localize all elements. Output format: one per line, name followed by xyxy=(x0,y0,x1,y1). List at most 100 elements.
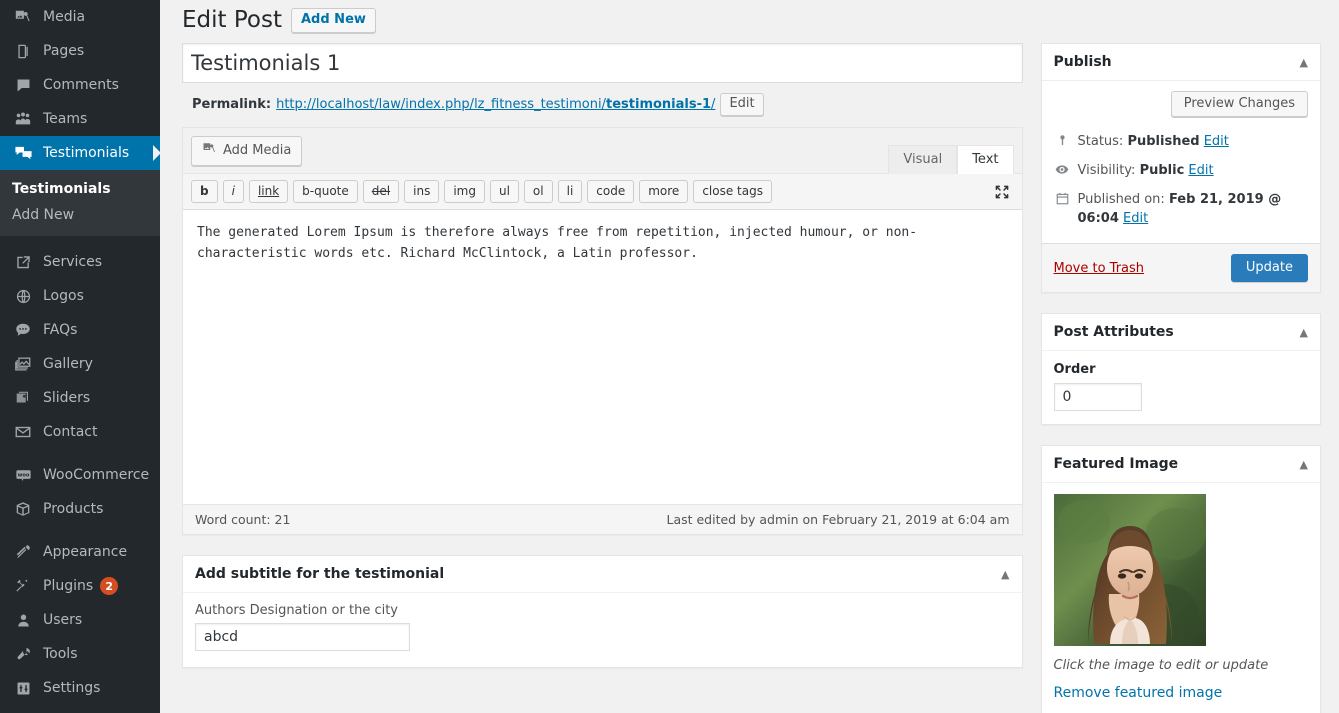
editor-toolbar: Add Media Visual Text xyxy=(183,128,1022,174)
post-title-input[interactable] xyxy=(182,43,1023,83)
edit-published-link[interactable]: Edit xyxy=(1123,211,1148,226)
chevron-up-icon[interactable]: ▲ xyxy=(1300,57,1308,68)
quicktag-italic[interactable]: i xyxy=(222,180,244,203)
publish-metabox: Publish ▲ Preview Changes Status: Publis… xyxy=(1040,43,1321,293)
quicktag-ul[interactable]: ul xyxy=(489,180,519,203)
sidebar-item-woocommerce[interactable]: woo WooCommerce xyxy=(0,458,160,492)
admin-sidebar-menu: Media Pages Comments Teams Testimonials xyxy=(0,0,160,713)
sidebar-item-teams[interactable]: Teams xyxy=(0,102,160,136)
quicktag-more[interactable]: more xyxy=(639,180,689,203)
settings-icon xyxy=(12,678,34,698)
edit-status-link[interactable]: Edit xyxy=(1204,134,1229,149)
sidebar-submenu-label: Testimonials xyxy=(12,181,111,197)
status-row: Status: Published Edit xyxy=(1054,127,1309,156)
sidebar-item-plugins[interactable]: Plugins 2 xyxy=(0,569,160,603)
featured-image-header: Featured Image ▲ xyxy=(1041,446,1320,483)
sidebar-item-media[interactable]: Media xyxy=(0,0,160,34)
sidebar-item-label: Settings xyxy=(43,680,101,696)
permalink-anchor[interactable]: http://localhost/law/index.php/lz_fitnes… xyxy=(276,97,715,112)
permalink-slug: testimonials-1 xyxy=(606,97,712,112)
subtitle-metabox-title: Add subtitle for the testimonial xyxy=(195,566,445,582)
add-media-button[interactable]: Add Media xyxy=(191,136,303,166)
permalink-label: Permalink: xyxy=(192,97,272,112)
content-editor: Add Media Visual Text b i link b-quote d… xyxy=(182,127,1023,535)
quicktag-ol[interactable]: ol xyxy=(523,180,553,203)
subtitle-input[interactable] xyxy=(195,623,410,651)
media-icon xyxy=(12,7,34,27)
published-on-text: Published on: Feb 21, 2019 @ 06:04 Edit xyxy=(1078,190,1309,228)
post-title-wrapper xyxy=(182,43,1023,83)
plugins-icon xyxy=(12,576,34,596)
sidebar-submenu-item-testimonials[interactable]: Testimonials xyxy=(0,176,160,202)
fullscreen-icon[interactable] xyxy=(994,184,1014,200)
post-attributes-title: Post Attributes xyxy=(1053,324,1174,340)
quicktag-img[interactable]: img xyxy=(444,180,485,203)
sidebar-item-label: Comments xyxy=(43,77,119,93)
publish-metabox-header: Publish ▲ xyxy=(1041,44,1320,81)
quicktag-link[interactable]: link xyxy=(248,180,289,203)
permalink-link[interactable]: http://localhost/law/index.php/lz_fitnes… xyxy=(276,97,715,112)
services-icon xyxy=(12,252,34,272)
page-title: Edit Post xyxy=(182,7,282,33)
sidebar-item-contact[interactable]: Contact xyxy=(0,415,160,449)
sidebar-item-services[interactable]: Services xyxy=(0,245,160,279)
sidebar-item-users[interactable]: Users xyxy=(0,603,160,637)
gallery-icon xyxy=(12,354,34,374)
chevron-up-icon[interactable]: ▲ xyxy=(1300,459,1308,470)
sidebar-submenu-item-add-new[interactable]: Add New xyxy=(0,202,160,228)
permalink-base: http://localhost/law/index.php/lz_fitnes… xyxy=(276,97,606,112)
sidebar-item-label: Teams xyxy=(43,111,88,127)
sidebar-item-products[interactable]: Products xyxy=(0,492,160,526)
add-new-button[interactable]: Add New xyxy=(290,8,376,33)
quicktags-toolbar: b i link b-quote del ins img ul ol li co… xyxy=(183,174,1022,210)
quicktag-code[interactable]: code xyxy=(587,180,635,203)
quicktag-bquote[interactable]: b-quote xyxy=(293,180,358,203)
quicktag-li[interactable]: li xyxy=(557,180,583,203)
sidebar-item-label: Contact xyxy=(43,424,98,440)
status-label: Status: xyxy=(1077,134,1124,149)
sidebar-item-testimonials[interactable]: Testimonials xyxy=(0,136,160,170)
sidebar-submenu-testimonials: Testimonials Add New xyxy=(0,170,160,236)
sidebar-item-settings[interactable]: Settings xyxy=(0,671,160,705)
chevron-up-icon[interactable]: ▲ xyxy=(1300,327,1308,338)
move-to-trash-link[interactable]: Move to Trash xyxy=(1054,261,1145,276)
featured-image-thumbnail[interactable] xyxy=(1053,494,1206,646)
media-icon xyxy=(202,141,217,160)
sidebar-item-label: WooCommerce xyxy=(43,467,150,483)
publish-major-actions: Move to Trash Update xyxy=(1041,244,1320,292)
edit-visibility-link[interactable]: Edit xyxy=(1188,163,1213,178)
preview-changes-button[interactable]: Preview Changes xyxy=(1170,91,1308,117)
contact-icon xyxy=(12,422,34,442)
sidebar-item-sliders[interactable]: Sliders xyxy=(0,381,160,415)
sidebar-item-gallery[interactable]: Gallery xyxy=(0,347,160,381)
sidebar-item-faqs[interactable]: FAQs xyxy=(0,313,160,347)
sidebar-item-tools[interactable]: Tools xyxy=(0,637,160,671)
permalink-row: Permalink: http://localhost/law/index.ph… xyxy=(182,83,1023,127)
quicktag-bold[interactable]: b xyxy=(191,180,218,203)
quicktag-ins[interactable]: ins xyxy=(404,180,440,203)
tools-icon xyxy=(12,644,34,664)
permalink-trailing: / xyxy=(711,97,716,112)
featured-image-title: Featured Image xyxy=(1053,456,1179,472)
chevron-up-icon[interactable]: ▲ xyxy=(1001,569,1009,580)
comments-icon xyxy=(12,75,34,95)
sidebar-item-pages[interactable]: Pages xyxy=(0,34,160,68)
edit-permalink-button[interactable]: Edit xyxy=(720,93,764,116)
post-content-textarea[interactable]: The generated Lorem Ipsum is therefore a… xyxy=(183,210,1022,500)
main-content-area: Edit Post Add New Permalink: http://loca… xyxy=(160,0,1339,713)
post-attributes-metabox: Post Attributes ▲ Order xyxy=(1040,313,1321,425)
quicktag-del[interactable]: del xyxy=(362,180,400,203)
tab-text[interactable]: Text xyxy=(957,145,1014,174)
visibility-label: Visibility: xyxy=(1077,163,1136,178)
sidebar-item-label: Appearance xyxy=(43,544,128,560)
order-input[interactable] xyxy=(1053,383,1142,411)
sidebar-item-label: Logos xyxy=(43,288,84,304)
sidebar-item-appearance[interactable]: Appearance xyxy=(0,535,160,569)
quicktag-close-tags[interactable]: close tags xyxy=(693,180,772,203)
remove-featured-image-link[interactable]: Remove featured image xyxy=(1054,685,1223,701)
faqs-icon xyxy=(12,320,34,340)
tab-visual[interactable]: Visual xyxy=(888,145,958,174)
update-button[interactable]: Update xyxy=(1230,254,1308,282)
sidebar-item-logos[interactable]: Logos xyxy=(0,279,160,313)
sidebar-item-comments[interactable]: Comments xyxy=(0,68,160,102)
